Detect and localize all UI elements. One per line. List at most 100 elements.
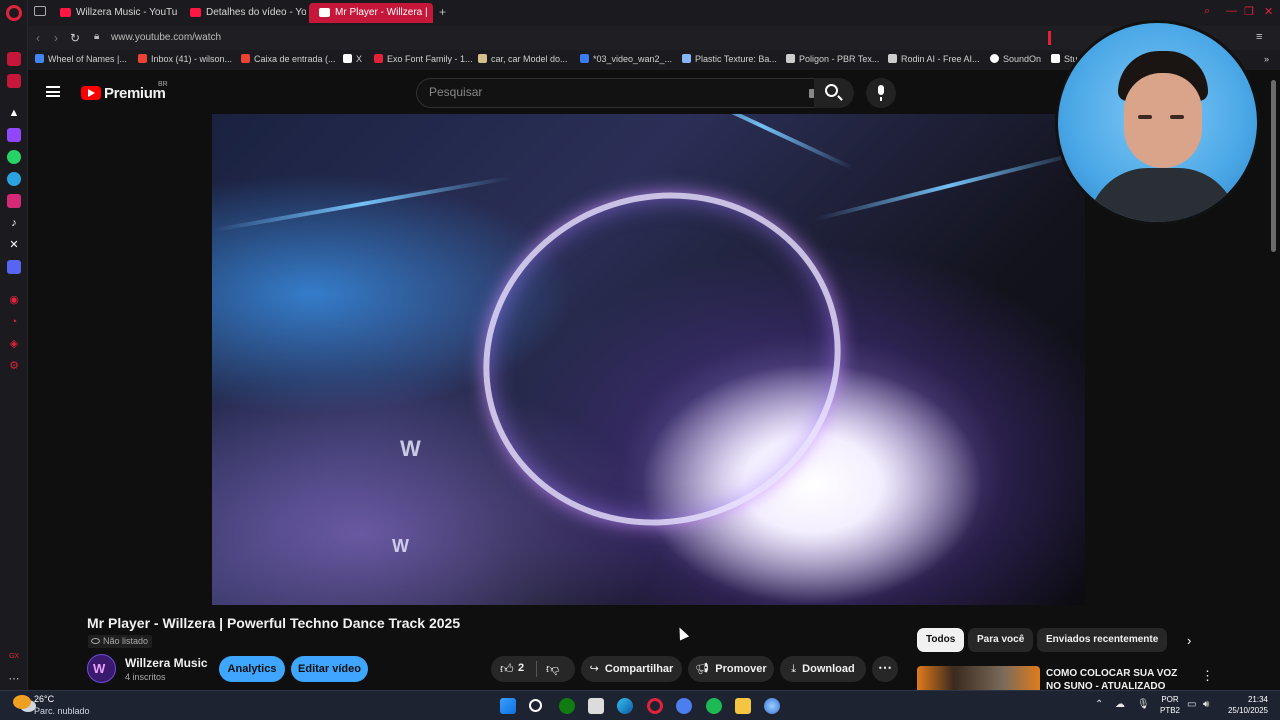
app-icon[interactable]	[764, 698, 780, 714]
new-tab-plus-icon[interactable]: +	[439, 5, 446, 19]
bookmark-item[interactable]: Poligon - PBR Tex...	[786, 54, 879, 64]
file-explorer-icon[interactable]	[735, 698, 751, 714]
chevron-right-icon[interactable]: ›	[1187, 633, 1191, 648]
aria-icon[interactable]: ▲	[7, 106, 21, 120]
recommendation-title[interactable]: COMO COLOCAR SUA VOZ NO SUNO - ATUALIZAD…	[1046, 667, 1192, 689]
reload-icon[interactable]: ↻	[70, 31, 80, 45]
telegram-icon[interactable]	[7, 172, 21, 186]
page-scrollbar[interactable]	[1271, 80, 1276, 252]
youtube-premium-brand[interactable]: Premium	[104, 85, 166, 102]
bookmark-item[interactable]: Rodin AI - Free AI...	[888, 54, 980, 64]
channel-avatar[interactable]: W	[87, 654, 116, 683]
close-window-icon[interactable]: ✕	[1264, 5, 1273, 18]
bookmark-item[interactable]: Plastic Texture: Ba...	[682, 54, 777, 64]
taskbar-search-icon[interactable]	[529, 699, 542, 712]
tab-mr-player[interactable]: Mr Player - Willzera |	[309, 3, 433, 23]
xbox-icon[interactable]	[559, 698, 575, 714]
minimize-icon[interactable]: —	[1226, 5, 1237, 17]
download-icon: ⤓	[791, 663, 797, 675]
chip-recently-uploaded[interactable]: Enviados recentemente	[1037, 628, 1168, 652]
opera-logo-icon[interactable]	[6, 5, 22, 21]
player-icon[interactable]: ◉	[7, 293, 21, 307]
tiktok-icon[interactable]: ♪	[7, 216, 21, 230]
opera-gx-icon[interactable]	[647, 698, 663, 714]
volume-icon[interactable]: 🔊︎	[1203, 699, 1209, 710]
tab-label: Detalhes do vídeo - YouT	[206, 7, 306, 18]
bookmark-item[interactable]: car, car Model do...	[478, 54, 568, 64]
download-label: Download	[802, 663, 855, 675]
maximize-icon[interactable]: ❐	[1244, 5, 1254, 18]
windows-taskbar: 26°C Parc. nublado ⌃ ☁ 🎙︎ POR PTB2 ▭ 🔊︎ …	[0, 690, 1280, 720]
x-icon[interactable]: ✕	[7, 238, 21, 252]
chip-for-you[interactable]: Para você	[968, 628, 1034, 652]
system-clock[interactable]: 21:34 25/10/2025	[1224, 694, 1268, 716]
menu-icon[interactable]: ≡	[1256, 31, 1262, 43]
messenger-icon[interactable]	[7, 52, 21, 66]
instagram-icon[interactable]	[7, 194, 21, 208]
search-button[interactable]	[814, 78, 854, 108]
input-language[interactable]: POR PTB2	[1160, 694, 1180, 716]
back-icon[interactable]: ‹	[36, 31, 40, 45]
promote-button[interactable]: 📢︎ Promover	[688, 656, 774, 682]
clock-date: 25/10/2025	[1227, 706, 1268, 715]
tab-willzera-music[interactable]: Willzera Music - YouTube	[50, 3, 178, 23]
extensions-icon[interactable]: ◈	[7, 337, 21, 351]
flow-icon[interactable]	[7, 74, 21, 88]
bookmark-favicon-icon	[888, 54, 897, 63]
onedrive-cloud-icon[interactable]: ☁	[1115, 699, 1125, 710]
tray-overflow-chevron-icon[interactable]: ⌃	[1095, 699, 1103, 710]
twitch-icon[interactable]	[7, 128, 21, 142]
chip-all[interactable]: Todos	[917, 628, 965, 652]
network-icon[interactable]: ▭	[1187, 699, 1196, 710]
url-field[interactable]: www.youtube.com/watch	[111, 32, 221, 43]
bookmark-item[interactable]: Exo Font Family - 1...	[374, 54, 473, 64]
search-input[interactable]	[429, 85, 769, 99]
gx-icon[interactable]: GX	[7, 650, 21, 664]
more-actions-button[interactable]: ⋯	[872, 656, 898, 682]
bookmark-item[interactable]: *03_video_wan2_...	[580, 54, 672, 64]
edge-icon[interactable]	[617, 698, 633, 714]
more-vertical-icon[interactable]: ⋮	[1201, 668, 1214, 684]
bookmark-item[interactable]: X	[343, 54, 362, 64]
weather-condition[interactable]: Parc. nublado	[34, 706, 90, 716]
like-button[interactable]: 👍︎	[500, 661, 514, 677]
discord-icon[interactable]	[7, 260, 21, 274]
history-icon[interactable]: ◔	[7, 315, 21, 329]
voice-search-mic-icon[interactable]	[866, 78, 896, 108]
search-tabs-icon[interactable]: ⌕	[1204, 5, 1210, 18]
visibility-badge: Não listado	[88, 635, 153, 648]
opera-sidebar: ▲ ♪ ✕ ◉ ◔ ◈ ⚙ GX ⋯	[0, 0, 28, 690]
hamburger-menu-icon[interactable]	[46, 86, 60, 97]
dislike-button[interactable]: 👎︎	[546, 661, 559, 677]
channel-name[interactable]: Willzera Music	[125, 656, 208, 670]
spotify-icon[interactable]	[706, 698, 722, 714]
bookmarks-overflow-icon[interactable]: »	[1264, 54, 1269, 64]
sidebar-more-icon[interactable]: ⋯	[7, 672, 21, 686]
keyboard-layout: PTB2	[1160, 706, 1181, 715]
microphone-icon[interactable]: 🎙︎	[1137, 699, 1150, 710]
download-button[interactable]: ⤓ Download	[780, 656, 866, 682]
forward-icon[interactable]: ›	[54, 31, 58, 45]
video-player[interactable]: W W	[212, 114, 1085, 605]
megaphone-icon: 📢︎	[695, 663, 710, 675]
tab-video-details[interactable]: Detalhes do vídeo - YouT	[180, 3, 306, 23]
tab-workspace-icon[interactable]	[34, 6, 46, 16]
youtube-logo-icon[interactable]	[81, 86, 101, 100]
bookmark-item[interactable]: Inbox (41) - wilson...	[138, 54, 232, 64]
bookmark-item[interactable]: SoundOn	[990, 54, 1041, 64]
weather-partly-cloudy-icon[interactable]	[13, 695, 31, 709]
analytics-button[interactable]: Analytics	[219, 656, 285, 682]
recommendation-thumbnail[interactable]	[917, 666, 1040, 690]
app-icon[interactable]	[676, 698, 692, 714]
settings-gear-icon[interactable]: ⚙	[7, 359, 21, 373]
whatsapp-icon[interactable]	[7, 150, 21, 164]
share-button[interactable]: ↪ Compartilhar	[581, 656, 682, 682]
bookmark-item[interactable]: Caixa de entrada (...	[241, 54, 336, 64]
youtube-favicon-icon	[60, 8, 71, 17]
bookmark-item[interactable]: Wheel of Names |...	[35, 54, 127, 64]
snipping-tool-icon[interactable]	[588, 698, 604, 714]
windows-start-icon[interactable]	[500, 698, 516, 714]
edit-video-button[interactable]: Editar vídeo	[291, 656, 368, 682]
link-icon	[91, 638, 100, 644]
weather-temperature[interactable]: 26°C	[34, 694, 54, 704]
